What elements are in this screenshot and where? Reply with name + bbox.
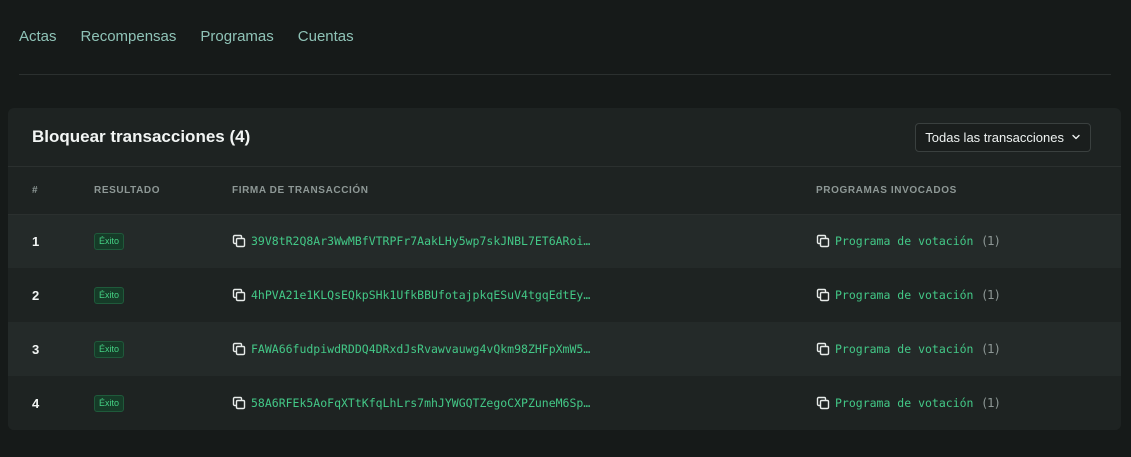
transaction-signature-link[interactable]: 58A6RFEk5AoFqXTtKfqLhLrs7mhJYWGQTZegoCXP… (251, 396, 590, 410)
filter-label: Todas las transacciones (925, 129, 1064, 145)
tab-actas[interactable]: Actas (19, 28, 57, 45)
row-index: 2 (32, 287, 40, 303)
table-row: 4 Éxito 58A6RFEk5AoFqXTtKfqLhLrs7mhJYWGQ… (8, 376, 1121, 430)
copy-icon[interactable] (232, 234, 246, 248)
program-count: (1) (982, 396, 1000, 410)
transactions-table: # RESULTADO FIRMA DE TRANSACCIÓN PROGRAM… (8, 167, 1121, 430)
column-header-signature: FIRMA DE TRANSACCIÓN (232, 184, 369, 196)
program-link[interactable]: Programa de votación (835, 342, 973, 356)
chevron-down-icon (1072, 134, 1080, 140)
copy-icon[interactable] (232, 288, 246, 302)
row-index: 1 (32, 233, 40, 249)
tab-programas[interactable]: Programas (200, 28, 273, 45)
tab-cuentas[interactable]: Cuentas (298, 28, 354, 45)
status-badge: Éxito (94, 395, 125, 412)
status-badge: Éxito (94, 233, 125, 251)
tab-bar: Actas Recompensas Programas Cuentas (19, 28, 354, 45)
transaction-signature-link[interactable]: 4hPVA21e1KLQsEQkpSHk1UfkBBUfotajpkqESuV4… (251, 288, 590, 302)
column-header-result: RESULTADO (94, 184, 161, 196)
column-header-index: # (32, 184, 39, 196)
column-header-programs: PROGRAMAS INVOCADOS (816, 184, 957, 196)
copy-icon[interactable] (232, 342, 246, 356)
program-link[interactable]: Programa de votación (835, 288, 973, 302)
transaction-filter-dropdown[interactable]: Todas las transacciones (915, 122, 1091, 152)
copy-icon[interactable] (816, 396, 830, 410)
program-count: (1) (982, 342, 1000, 356)
program-count: (1) (982, 288, 1000, 302)
copy-icon[interactable] (232, 396, 246, 410)
copy-icon[interactable] (816, 288, 830, 302)
program-link[interactable]: Programa de votación (835, 234, 973, 248)
program-count: (1) (982, 234, 1000, 249)
transactions-card: Bloquear transacciones (4) Todas las tra… (8, 108, 1121, 430)
card-title: Bloquear transacciones (4) (32, 127, 251, 146)
tab-recompensas[interactable]: Recompensas (81, 28, 177, 45)
transaction-signature-link[interactable]: 39V8tR2Q8Ar3WwMBfVTRPFr7AakLHy5wp7skJNBL… (251, 234, 590, 248)
card-header: Bloquear transacciones (4) Todas las tra… (8, 108, 1121, 167)
row-index: 4 (32, 395, 40, 411)
transaction-signature-link[interactable]: FAWA66fudpiwdRDDQ4DRxdJsRvawvauwg4vQkm98… (251, 342, 590, 356)
table-row: 1 Éxito 39V8tR2Q8Ar3WwMBfVTRPFr7AakLHy5w… (8, 214, 1121, 268)
program-link[interactable]: Programa de votación (835, 396, 973, 410)
table-row: 3 Éxito FAWA66fudpiwdRDDQ4DRxdJsRvawvauw… (8, 322, 1121, 376)
table-row: 2 Éxito 4hPVA21e1KLQsEQkpSHk1UfkBBUfotaj… (8, 268, 1121, 322)
status-badge: Éxito (94, 287, 125, 304)
status-badge: Éxito (94, 341, 125, 358)
table-header-row: # RESULTADO FIRMA DE TRANSACCIÓN PROGRAM… (8, 167, 1121, 214)
row-index: 3 (32, 341, 40, 357)
copy-icon[interactable] (816, 342, 830, 356)
tab-divider (19, 74, 1111, 75)
copy-icon[interactable] (816, 234, 830, 248)
